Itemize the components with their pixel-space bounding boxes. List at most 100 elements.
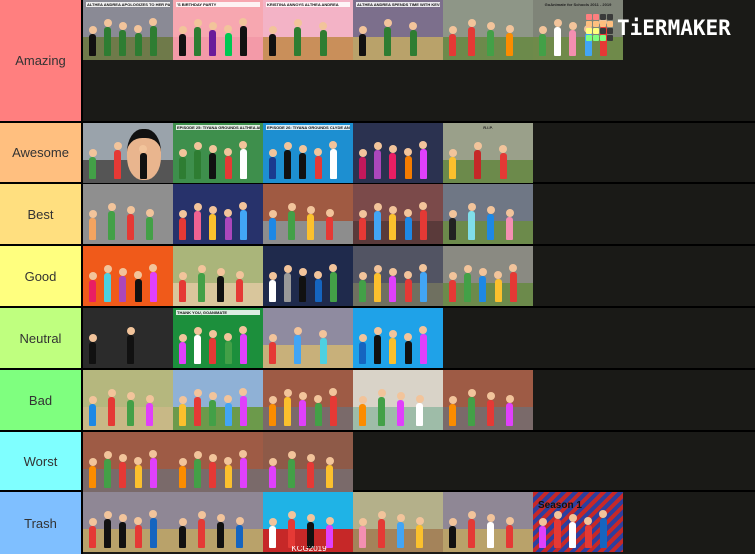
tier-item-school-crowd[interactable] (173, 370, 263, 430)
tier-label[interactable]: Awesome (0, 123, 83, 182)
tier-item-brick-room-c[interactable] (83, 432, 173, 492)
tier-label[interactable]: Amazing (0, 0, 83, 121)
tier-item-car-scene[interactable] (83, 184, 173, 244)
tier-item-rainy-funeral[interactable] (443, 184, 533, 244)
cartoon-head (193, 451, 202, 459)
cartoon-figure (239, 458, 247, 488)
cartoon-head (486, 514, 495, 522)
tier-item-classroom[interactable] (353, 492, 443, 552)
tier-item-rip-chrome[interactable]: R.I.P. (443, 123, 533, 183)
tier-item-couch-elder[interactable] (443, 492, 533, 552)
tier-row-bad: Bad (0, 370, 755, 432)
tier-item-big-crowd[interactable] (173, 184, 263, 244)
logo-grid-cell (593, 14, 599, 20)
tier-item-kristina-annoys-althea-andrea[interactable]: Kristina Annoys Althea Andrea (263, 0, 353, 60)
cartoon-head (193, 203, 202, 211)
cartoon-figure (314, 156, 322, 179)
cartoon-head (306, 454, 315, 462)
cartoon-head (568, 22, 577, 30)
tier-label[interactable]: Best (0, 184, 83, 244)
cartoon-figure (449, 404, 456, 426)
cartoon-figure (127, 214, 134, 240)
tier-item-brick-room-d[interactable] (173, 432, 263, 492)
cartoon-figure (479, 276, 487, 302)
tier-label[interactable]: Neutral (0, 308, 83, 368)
tier-item-blue-lineup[interactable] (353, 308, 443, 368)
cartoon-head (415, 517, 424, 525)
cartoon-figure (269, 157, 276, 179)
cartoon-figure (329, 149, 337, 179)
tier-row-best: Best (0, 184, 755, 246)
cartoon-head (178, 334, 187, 342)
tier-item-birthday-party[interactable]: 's Birthday Party (173, 0, 263, 60)
cartoon-head (448, 210, 457, 218)
cartoon-figure (179, 280, 186, 302)
cartoon-figure (378, 519, 385, 548)
tier-item-moonlit-church[interactable] (353, 246, 443, 306)
cartoon-figure (584, 525, 592, 548)
tier-item-graveyard-scene[interactable] (443, 0, 533, 60)
cartoon-head (287, 203, 296, 211)
tier-items (83, 370, 755, 430)
cartoon-head (103, 511, 112, 519)
cartoon-figure (209, 338, 217, 364)
tier-item-couch-family[interactable] (83, 370, 173, 430)
tier-item-night-crowd[interactable] (263, 246, 353, 306)
tier-item-althea-andrea-spends-time[interactable]: Althea Andrea Spends Time with Kevin & C… (353, 0, 443, 60)
tier-item-crowd-red[interactable] (353, 184, 443, 244)
logo-grid-cell (607, 14, 613, 20)
cartoon-figure (449, 280, 456, 302)
tiermaker-logo[interactable]: TiERMAKER (586, 14, 731, 41)
tier-item-graveyard-lineup[interactable] (443, 246, 533, 306)
cartoon-figure (389, 338, 397, 364)
cartoon-figure (269, 526, 276, 548)
item-caption: R.I.P. (483, 125, 493, 130)
cartoon-figure (416, 525, 423, 548)
tier-label[interactable]: Good (0, 246, 83, 306)
cartoon-figure (299, 400, 307, 426)
cartoon-figure (89, 466, 96, 488)
cartoon-figure (194, 335, 202, 364)
cartoon-figure (569, 522, 577, 548)
cartoon-head (239, 18, 248, 26)
tier-item-thank-you-goanimate[interactable]: Thank you, GoAnimate (173, 308, 263, 368)
cartoon-head (208, 206, 217, 214)
tier-item-doctor-living-room-2[interactable] (173, 492, 263, 552)
tier-item-season-1[interactable]: Season 1 (533, 492, 623, 552)
tier-item-brick-room-b[interactable] (443, 370, 533, 430)
tier-item-tv-room[interactable] (263, 432, 353, 492)
cartoon-head (193, 389, 202, 397)
tier-item-fire-living-room[interactable] (263, 184, 353, 244)
cartoon-figure (198, 273, 205, 302)
tier-item-kim-jong-un[interactable] (83, 123, 173, 183)
cartoon-figure (89, 280, 96, 302)
tier-item-althea-andrea-apologizes-to-her-parents[interactable]: Althea Andrea Apologizes to Her Parents (83, 0, 173, 60)
tier-label[interactable]: Worst (0, 432, 83, 490)
tier-item-episode-26-tiyana-grounds-clyde[interactable]: Episode 26: Tiyana Grounds Clyde and Sat… (263, 123, 353, 183)
cartoon-head (388, 268, 397, 276)
tier-item-brick-room-a[interactable] (263, 370, 353, 430)
cartoon-figure (449, 218, 456, 240)
cartoon-figure (146, 403, 153, 426)
tier-item-doctor-living-room[interactable] (83, 492, 173, 552)
cartoon-head (388, 206, 397, 214)
tier-item-kcg2019[interactable]: KCG2019 (263, 492, 353, 552)
cartoon-head (239, 450, 248, 458)
tier-item-living-room-argument[interactable] (263, 308, 353, 368)
tier-item-hospital-room[interactable] (353, 370, 443, 430)
cartoon-head (358, 518, 367, 526)
cartoon-head (149, 18, 158, 26)
tier-label[interactable]: Trash (0, 492, 83, 554)
cartoon-figure (509, 272, 517, 302)
tier-label[interactable]: Bad (0, 370, 83, 430)
tier-item-dark-duo[interactable] (83, 308, 173, 368)
cartoon-head (268, 334, 277, 342)
tier-item-crowd-graveyard[interactable] (353, 123, 443, 183)
tier-item-episode-25-tiyana-grounds-althea-andrea[interactable]: Episode 25: Tiyana Grounds Althea Andrea… (173, 123, 263, 183)
cartoon-head (419, 326, 428, 334)
tier-item-living-room-couch[interactable] (173, 246, 263, 306)
cartoon-head (396, 514, 405, 522)
tier-item-orange-crowd[interactable] (83, 246, 173, 306)
cartoon-figure (269, 466, 276, 488)
cartoon-figure (284, 273, 292, 302)
